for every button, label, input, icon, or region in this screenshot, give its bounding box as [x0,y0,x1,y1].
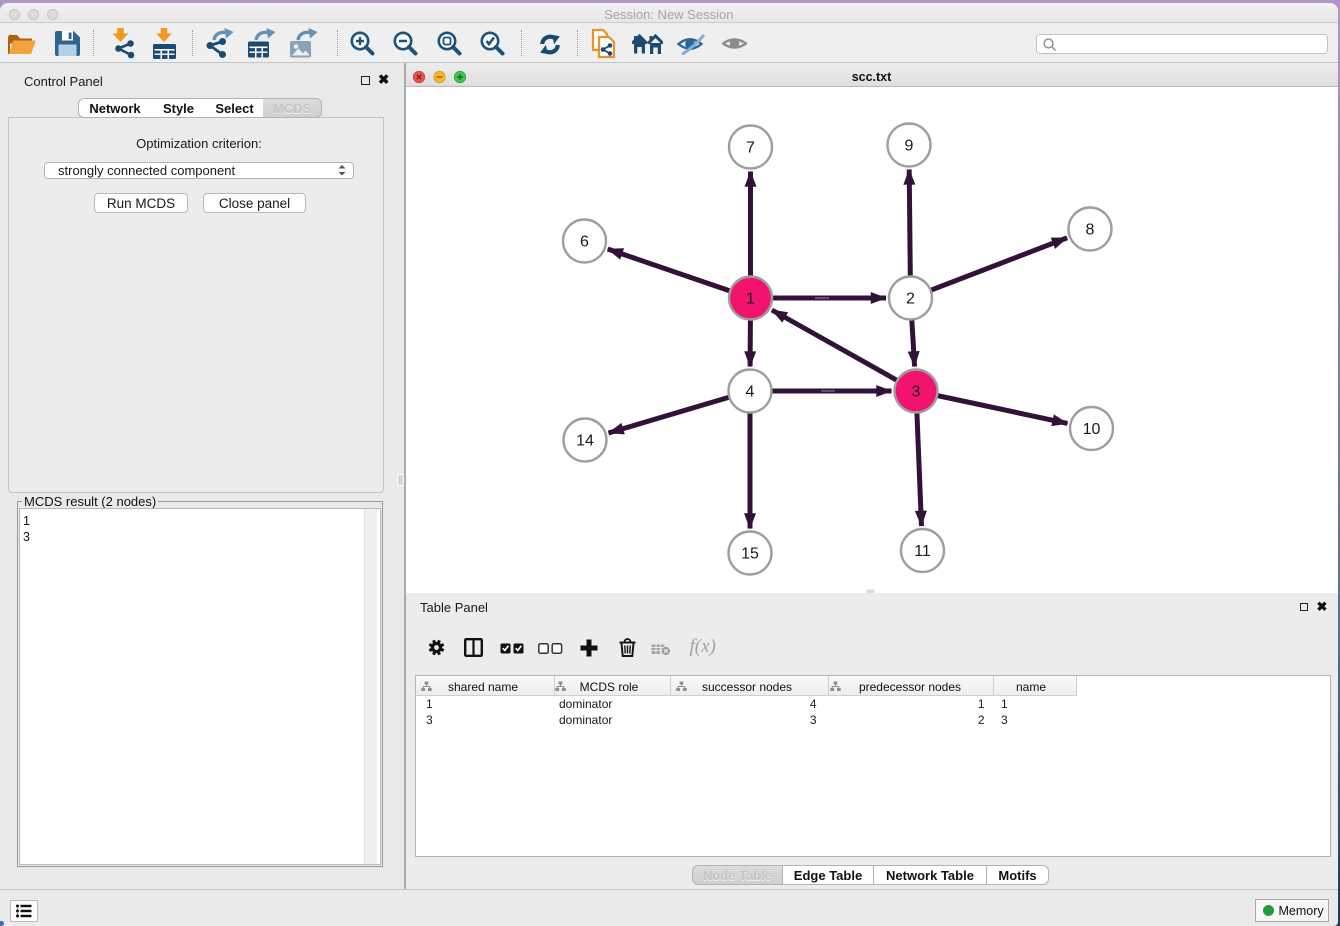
svg-text:2: 2 [906,290,915,307]
svg-text:1: 1 [746,290,755,307]
svg-text:6: 6 [580,233,589,250]
svg-text:14: 14 [576,432,594,449]
svg-text:3: 3 [911,383,920,400]
svg-text:11: 11 [914,543,931,560]
svg-text:10: 10 [1082,421,1100,438]
svg-text:9: 9 [904,137,913,154]
svg-text:4: 4 [745,383,754,400]
svg-text:7: 7 [746,139,755,156]
svg-text:15: 15 [741,545,759,562]
svg-text:8: 8 [1085,221,1094,238]
